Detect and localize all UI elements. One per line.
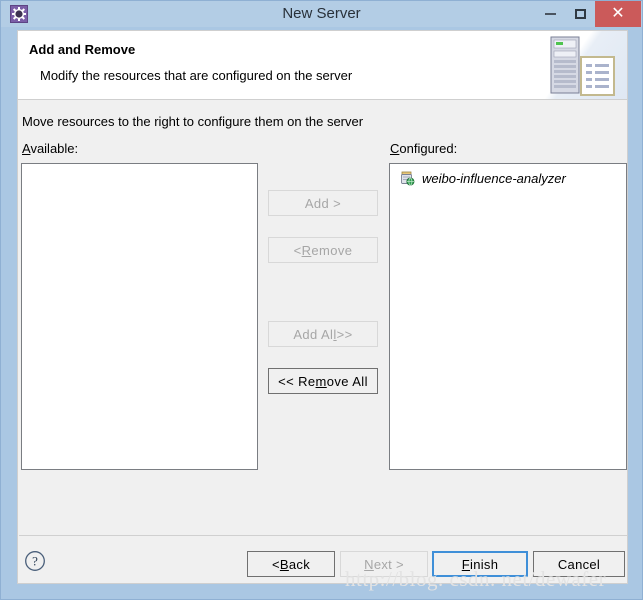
wizard-banner: Add and Remove Modify the resources that… — [17, 30, 628, 100]
footer-separator — [19, 535, 628, 536]
remove-all-button[interactable]: << Re m ove All — [268, 368, 378, 394]
add-all-button-pre: Add Al — [293, 326, 334, 342]
gear-icon — [10, 5, 28, 23]
back-button-mnemonic: B — [279, 556, 289, 572]
remove-button-mnemonic: R — [301, 242, 312, 258]
minimize-button[interactable] — [535, 1, 565, 27]
svg-text:?: ? — [32, 554, 38, 569]
next-button-mnemonic: N — [364, 556, 374, 572]
module-globe-icon — [399, 170, 415, 186]
minimize-icon — [544, 13, 556, 15]
close-icon: ✕ — [611, 5, 625, 22]
cancel-button[interactable]: Cancel — [533, 551, 625, 577]
finish-button-post: inish — [470, 556, 499, 572]
list-item[interactable]: weibo-influence-analyzer — [399, 170, 566, 186]
remove-all-button-post: ove All — [326, 373, 368, 389]
available-label-rest: vailable: — [30, 141, 79, 156]
title-bar: New Server ✕ — [1, 1, 642, 27]
next-button-post: ext > — [373, 556, 404, 572]
configured-label: Configured: — [390, 141, 457, 156]
configured-label-rest: onfigured: — [399, 141, 458, 156]
next-button[interactable]: Next > — [340, 551, 428, 577]
instruction-text: Move resources to the right to configure… — [22, 114, 364, 129]
add-button-label: Add > — [304, 195, 342, 211]
dialog-body: Move resources to the right to configure… — [17, 100, 628, 584]
add-all-button-post: >> — [336, 326, 353, 342]
available-label: Available: — [22, 141, 78, 156]
page-title: Add and Remove — [29, 42, 136, 57]
remove-button-post: emove — [311, 242, 353, 258]
add-button[interactable]: Add > — [268, 190, 378, 216]
configured-list[interactable]: weibo-influence-analyzer — [389, 163, 627, 470]
new-server-dialog: New Server ✕ Add and Remove Modify the r… — [0, 0, 643, 600]
back-button-post: ack — [288, 556, 311, 572]
cancel-button-label: Cancel — [557, 556, 601, 572]
remove-all-button-pre: << Re — [278, 373, 316, 389]
maximize-icon — [574, 9, 586, 19]
remove-button[interactable]: < Remove — [268, 237, 378, 263]
available-list[interactable] — [21, 163, 258, 470]
help-icon[interactable]: ? — [24, 550, 46, 572]
list-item-label: weibo-influence-analyzer — [422, 170, 566, 186]
back-button[interactable]: < Back — [247, 551, 335, 577]
maximize-button[interactable] — [565, 1, 595, 27]
finish-button-mnemonic: F — [461, 556, 470, 572]
configured-label-mnemonic: C — [390, 141, 400, 156]
close-button[interactable]: ✕ — [595, 1, 641, 27]
page-description: Modify the resources that are configured… — [40, 68, 353, 83]
server-and-document-icon — [541, 31, 627, 99]
finish-button[interactable]: Finish — [432, 551, 528, 577]
add-all-button[interactable]: Add Al l >> — [268, 321, 378, 347]
back-button-pre: < — [271, 556, 280, 572]
remove-all-button-mnemonic: m — [315, 373, 327, 389]
remove-button-pre: < — [293, 242, 302, 258]
